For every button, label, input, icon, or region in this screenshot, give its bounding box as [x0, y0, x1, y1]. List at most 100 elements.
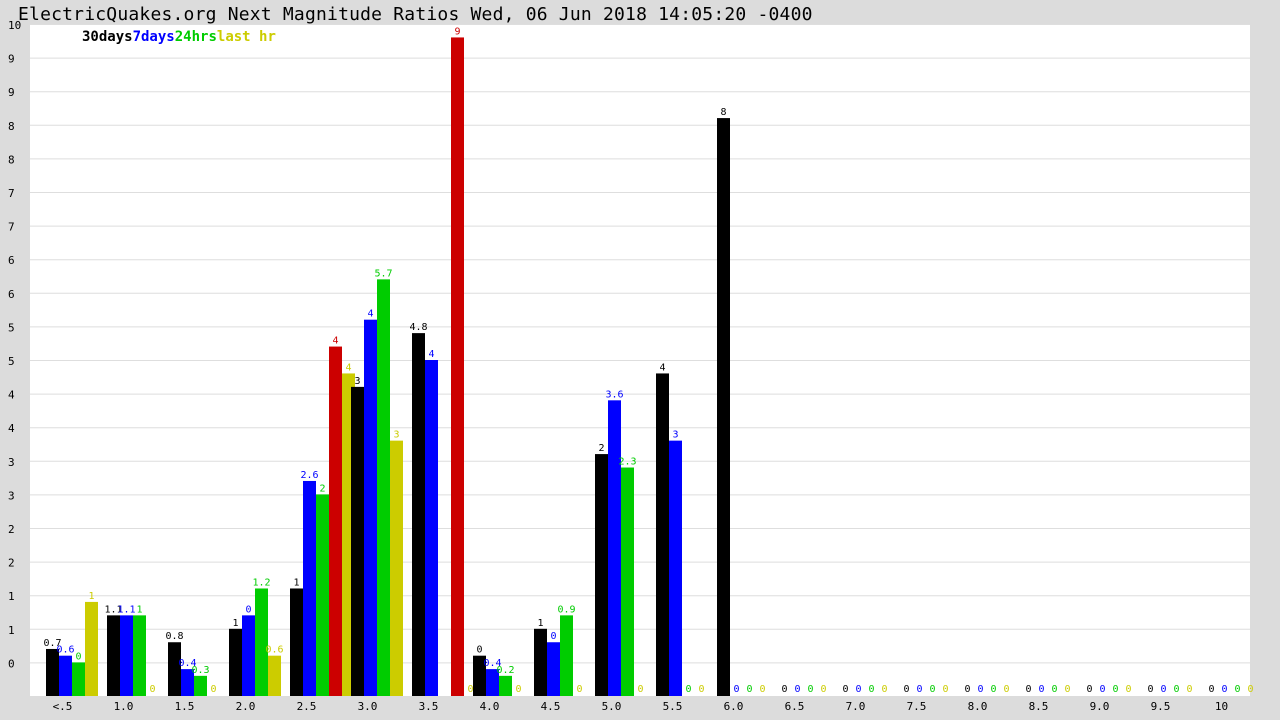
- data-label: 0.6: [56, 645, 74, 656]
- data-label: 0: [1025, 684, 1031, 695]
- data-label: 0: [1160, 684, 1166, 695]
- bar-chart: 0112233445566778899100.70.601<.51.11.1 10…: [8, 19, 1254, 713]
- data-label: 0: [990, 684, 996, 695]
- bar: [499, 675, 512, 696]
- data-label: 0: [1173, 684, 1179, 695]
- bar: [547, 642, 560, 696]
- x-tick-label: 1.5: [175, 700, 195, 713]
- data-label: 0: [550, 631, 556, 642]
- data-label: 0: [1086, 684, 1092, 695]
- data-label: 1: [232, 618, 238, 629]
- y-tick-label: 9: [8, 86, 15, 99]
- y-tick-label: 3: [8, 489, 15, 502]
- data-label: 2: [319, 483, 325, 494]
- y-tick-label: 7: [8, 187, 15, 200]
- data-label: 3: [393, 430, 399, 441]
- data-label: 3: [672, 430, 678, 441]
- x-tick-label: 2.0: [236, 700, 256, 713]
- data-label: 1: [136, 604, 142, 615]
- data-label: 0: [781, 684, 787, 695]
- data-label: 0: [794, 684, 800, 695]
- bar: [329, 346, 342, 696]
- bar: [425, 360, 438, 696]
- data-label: 0: [149, 684, 155, 695]
- bar: [107, 615, 120, 696]
- data-label: 0: [467, 684, 473, 695]
- bar: [377, 279, 390, 696]
- chart-page: ElectricQuakes.org Next Magnitude Ratios…: [0, 0, 1280, 720]
- x-tick-label: 8.0: [968, 700, 988, 713]
- bar: [268, 655, 281, 696]
- bar: [316, 494, 329, 696]
- bar: [364, 319, 377, 696]
- legend: 30days7days24hrslast hr: [82, 29, 276, 45]
- bar: [608, 400, 621, 696]
- data-label: 0: [1234, 684, 1240, 695]
- data-label: 0: [977, 684, 983, 695]
- data-label: 0: [1099, 684, 1105, 695]
- data-label: 0: [637, 684, 643, 695]
- bar: [412, 333, 425, 696]
- bar: [621, 467, 634, 696]
- y-tick-label: 9: [8, 53, 15, 66]
- data-label: 3.6: [605, 389, 623, 400]
- bar: [717, 118, 730, 696]
- y-tick-label: 4: [8, 389, 15, 402]
- data-label: 1.2: [252, 577, 270, 588]
- y-tick-label: 8: [8, 153, 15, 166]
- data-label: 4.8: [409, 322, 427, 333]
- bar: [595, 454, 608, 696]
- data-label: 0: [807, 684, 813, 695]
- y-tick-label: 3: [8, 456, 15, 469]
- data-label: 1: [293, 577, 299, 588]
- bar: [451, 37, 464, 696]
- data-label: 1: [537, 618, 543, 629]
- bar: [669, 440, 682, 696]
- bar: [560, 615, 573, 696]
- x-tick-label: 7.0: [846, 700, 866, 713]
- y-tick-label: 2: [8, 557, 15, 570]
- x-tick-label: 7.5: [907, 700, 927, 713]
- x-tick-label: 5.5: [663, 700, 683, 713]
- x-tick-label: 2.5: [297, 700, 317, 713]
- data-label: 2.6: [300, 470, 318, 481]
- data-label: 5.7: [374, 268, 392, 279]
- data-label: 0.8: [165, 631, 183, 642]
- y-tick-label: 5: [8, 321, 15, 334]
- bar: [229, 628, 242, 696]
- x-tick-label: 6.5: [785, 700, 805, 713]
- bar: [290, 588, 303, 696]
- data-label: 0: [245, 604, 251, 615]
- data-label: 4: [428, 349, 434, 360]
- data-label: 0: [868, 684, 874, 695]
- bar: [120, 615, 133, 696]
- data-label: 0: [881, 684, 887, 695]
- data-label: 4: [367, 309, 373, 320]
- x-tick-label: 9.0: [1090, 700, 1110, 713]
- data-label: 4: [345, 362, 351, 373]
- bar: [351, 386, 364, 696]
- bar: [303, 480, 316, 696]
- data-label: 0.3: [191, 665, 209, 676]
- data-label: 0: [1247, 684, 1253, 695]
- data-label: 0.9: [557, 604, 575, 615]
- bar: [133, 615, 146, 696]
- data-label: 0: [1003, 684, 1009, 695]
- x-tick-label: 6.0: [724, 700, 744, 713]
- legend-entry: 7days: [132, 29, 175, 45]
- y-tick-label: 8: [8, 120, 15, 133]
- data-label: 0: [746, 684, 752, 695]
- bar: [72, 662, 85, 696]
- x-tick-label: 4.5: [541, 700, 561, 713]
- data-label: 0: [964, 684, 970, 695]
- data-label: 0: [1051, 684, 1057, 695]
- y-tick-label: 10: [8, 19, 21, 32]
- data-label: 0: [1112, 684, 1118, 695]
- data-label: 0: [1186, 684, 1192, 695]
- data-label: 0: [733, 684, 739, 695]
- data-label: 0: [576, 684, 582, 695]
- data-label: 0: [842, 684, 848, 695]
- data-label: 0: [476, 645, 482, 656]
- bar: [59, 655, 72, 696]
- bar: [194, 675, 207, 696]
